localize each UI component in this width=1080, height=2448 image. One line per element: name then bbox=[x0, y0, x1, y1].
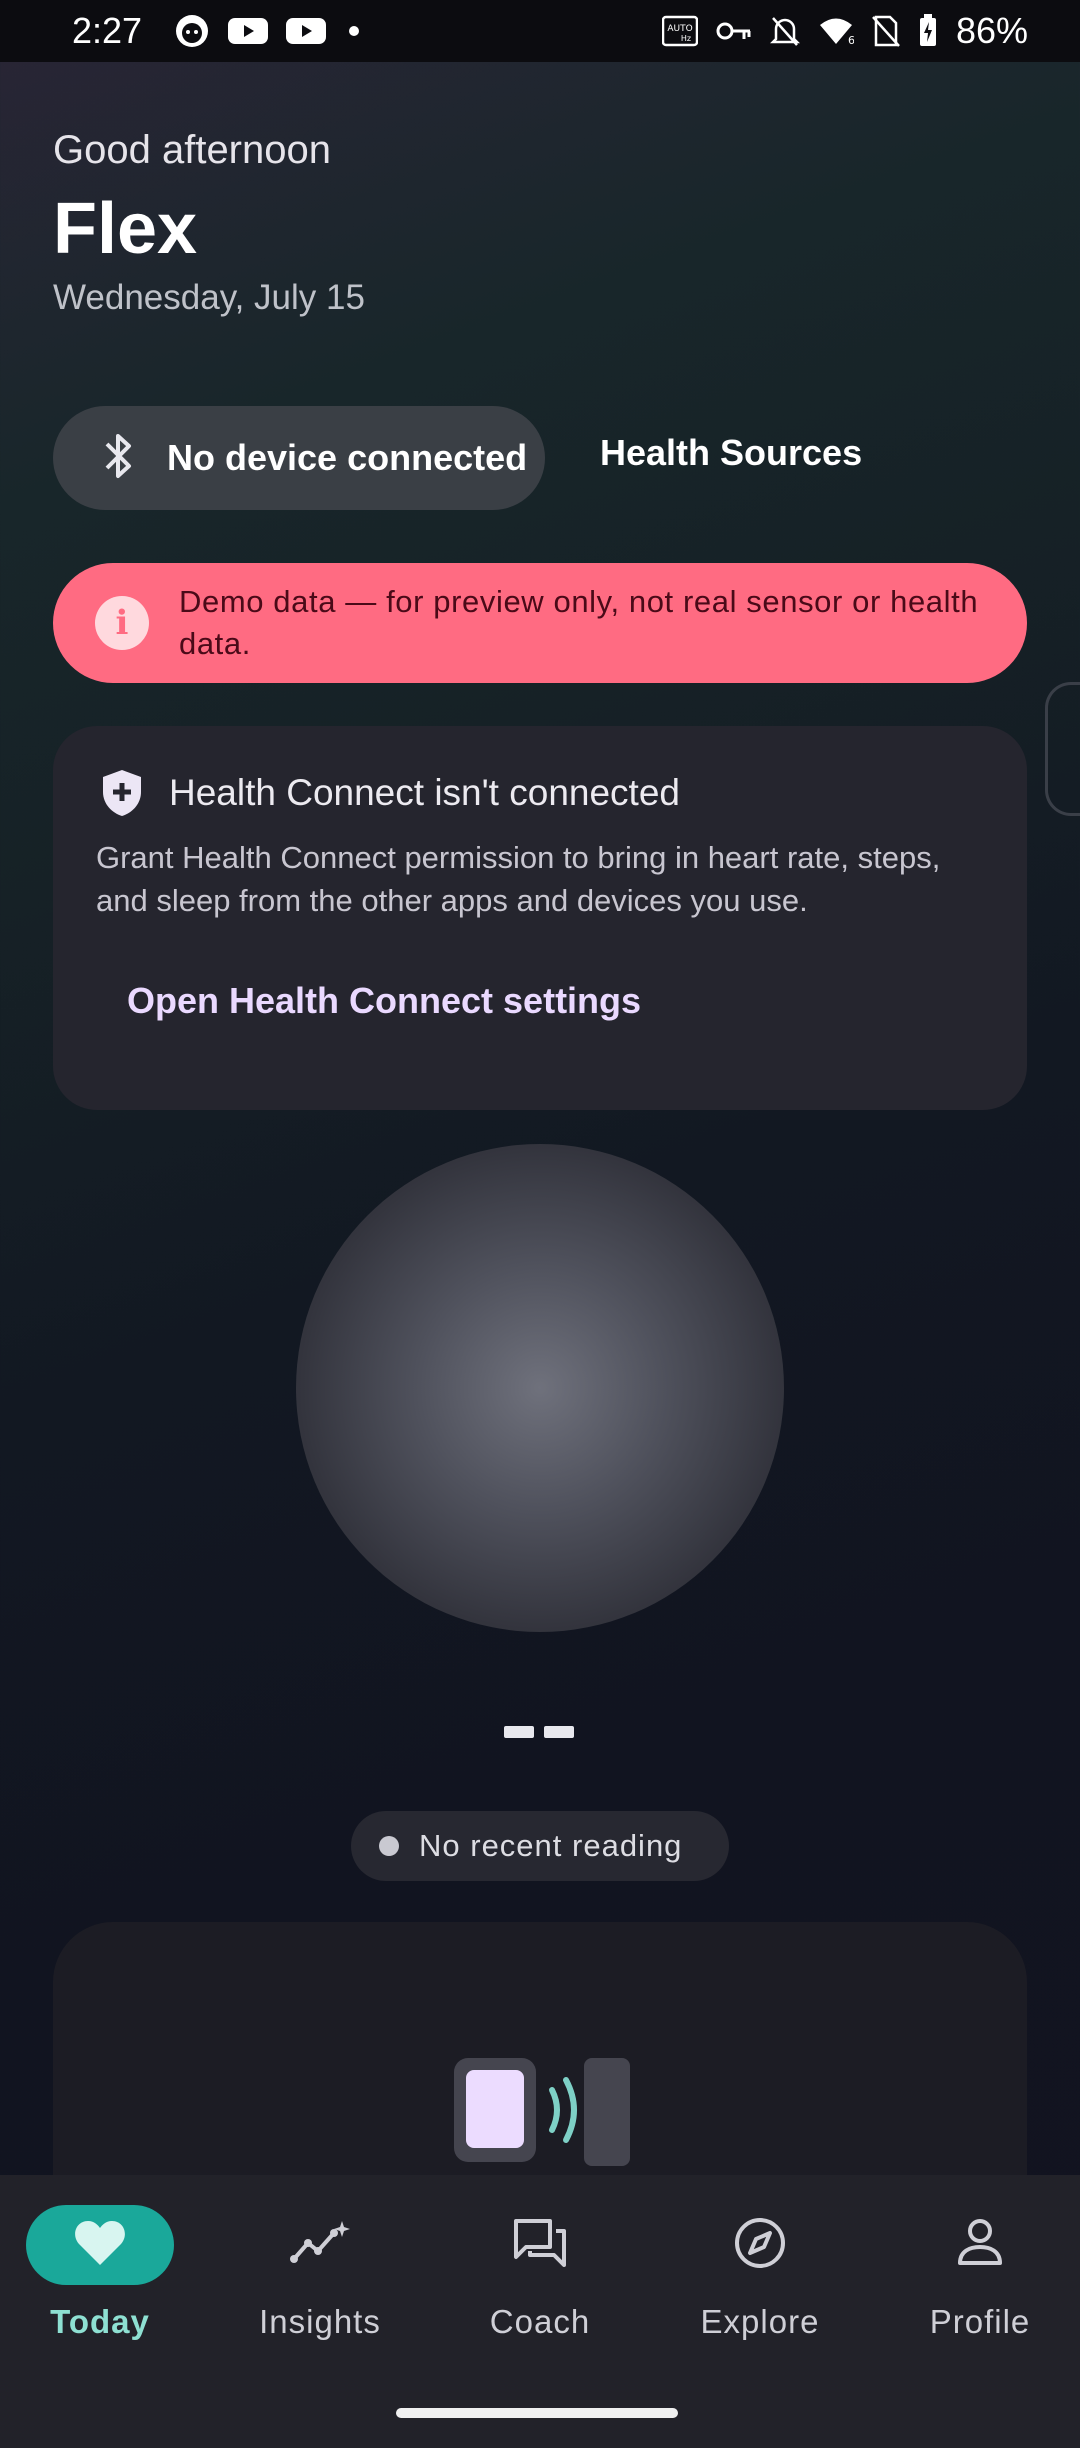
user-name: Flex bbox=[53, 189, 198, 269]
nav-profile[interactable]: Profile bbox=[880, 2205, 1080, 2385]
nav-label: Explore bbox=[700, 2303, 820, 2340]
bluetooth-icon bbox=[99, 428, 139, 489]
shield-plus-icon bbox=[99, 768, 145, 823]
greeting: Good afternoon bbox=[53, 128, 331, 172]
heart-rate-orb bbox=[296, 1144, 784, 1632]
bell-off-icon bbox=[769, 15, 800, 47]
chat-bubbles-icon bbox=[512, 2217, 568, 2274]
nav-today[interactable]: Today bbox=[0, 2205, 200, 2385]
open-health-connect-settings-button[interactable]: Open Health Connect settings bbox=[127, 980, 641, 1022]
status-bar: 2:27 AUTO Hz 6 86% bbox=[0, 0, 1080, 62]
health-connect-description: Grant Health Connect permission to bring… bbox=[96, 840, 941, 918]
battery-charging-icon bbox=[918, 14, 938, 48]
health-connect-title: Health Connect isn't connected bbox=[169, 772, 680, 813]
cat-app-icon bbox=[174, 13, 210, 49]
auto-hz-icon: AUTO Hz bbox=[661, 14, 698, 48]
svg-text:AUTO: AUTO bbox=[667, 24, 692, 34]
dash-mark bbox=[504, 1726, 534, 1738]
person-icon bbox=[956, 2217, 1004, 2274]
nav-explore[interactable]: Explore bbox=[660, 2205, 860, 2385]
battery-percent: 86% bbox=[955, 10, 1028, 51]
nav-label: Profile bbox=[929, 2303, 1031, 2340]
device-connection-button[interactable]: No device connected bbox=[53, 406, 545, 510]
current-date: Wednesday, July 15 bbox=[53, 278, 365, 317]
no-sim-icon bbox=[872, 15, 900, 47]
nav-coach[interactable]: Coach bbox=[440, 2205, 640, 2385]
youtube-icon bbox=[286, 16, 327, 46]
wifi-icon: 6 bbox=[818, 16, 854, 46]
demo-data-banner: i Demo data — for preview only, not real… bbox=[53, 563, 1027, 683]
heart-icon bbox=[73, 2219, 127, 2272]
svg-text:Hz: Hz bbox=[681, 34, 691, 43]
vpn-key-icon bbox=[716, 19, 752, 43]
info-icon: i bbox=[95, 596, 149, 650]
reading-value-placeholder bbox=[504, 1726, 574, 1738]
dot-icon bbox=[344, 21, 364, 41]
nav-insights[interactable]: Insights bbox=[220, 2205, 420, 2385]
status-time: 2:27 bbox=[72, 10, 143, 51]
youtube-icon bbox=[228, 16, 269, 46]
reading-status-label: No recent reading bbox=[419, 1828, 683, 1863]
nav-label: Insights bbox=[259, 2303, 381, 2340]
device-status-label: No device connected bbox=[167, 437, 528, 478]
nav-indicator bbox=[246, 2205, 394, 2285]
dash-mark bbox=[544, 1726, 574, 1738]
health-connect-card: Health Connect isn't connected Grant Hea… bbox=[53, 726, 1027, 1110]
reading-status-badge: No recent reading bbox=[351, 1811, 729, 1881]
nav-label: Today bbox=[50, 2303, 150, 2340]
nav-indicator bbox=[26, 2205, 174, 2285]
nav-indicator bbox=[466, 2205, 614, 2285]
home-indicator[interactable] bbox=[396, 2408, 678, 2418]
demo-banner-text: Demo data — for preview only, not real s… bbox=[179, 584, 979, 661]
watch-pairing-illustration bbox=[452, 2054, 632, 2179]
compass-icon bbox=[733, 2216, 787, 2275]
sparkle-chart-icon bbox=[290, 2219, 350, 2272]
nav-indicator bbox=[686, 2205, 834, 2285]
side-drawer-handle[interactable] bbox=[1045, 682, 1080, 816]
nav-label: Coach bbox=[489, 2303, 591, 2340]
nav-indicator bbox=[906, 2205, 1054, 2285]
health-sources-button[interactable]: Health Sources bbox=[600, 432, 862, 474]
status-dot-icon bbox=[379, 1836, 399, 1856]
svg-text:6: 6 bbox=[848, 34, 854, 46]
